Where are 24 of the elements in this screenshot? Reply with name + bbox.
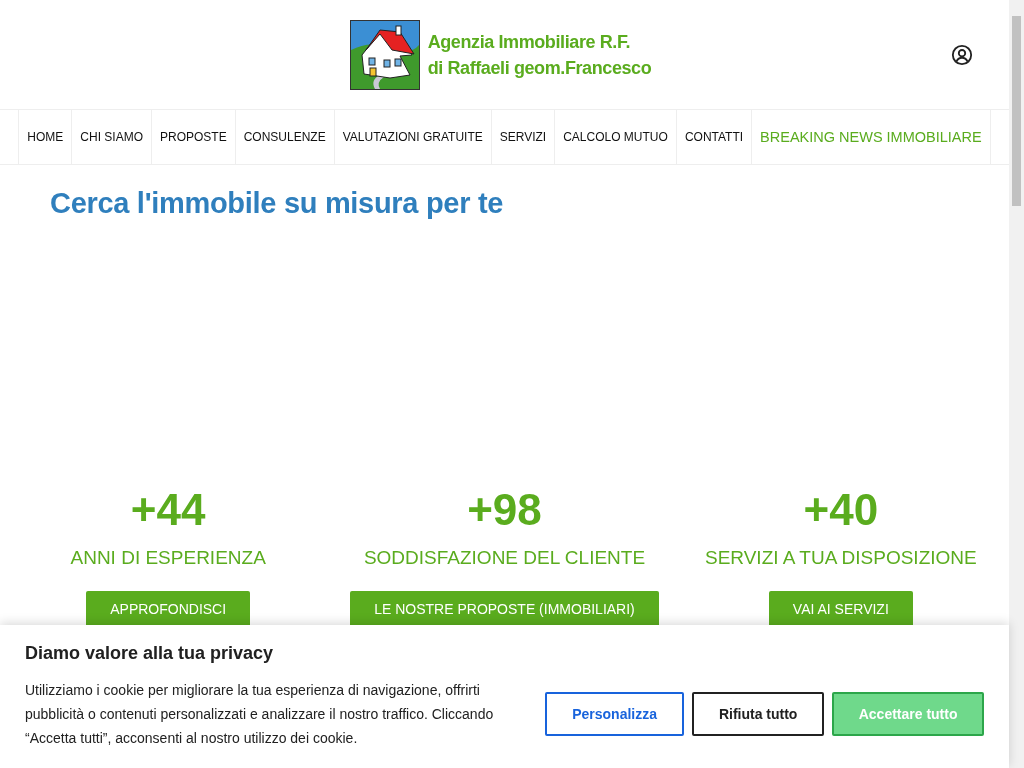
page-heading: Cerca l'immobile su misura per te: [50, 187, 505, 220]
cookie-button[interactable]: Personalizza: [545, 692, 685, 736]
agency-owner: di Raffaeli geom.Francesco: [427, 56, 652, 80]
user-icon[interactable]: [951, 44, 973, 66]
cookie-text: Utilizziamo i cookie per migliorare la tua esperienza di navigazione, offrirti pubblicità o contenuti personalizzati e analizzare il nostro traffico. Cliccando “Accetta tutti”, acconsenti al nostro utilizzo dei cookie.: [25, 681, 495, 748]
nav-link[interactable]: CALCOLO MUTUO: [554, 110, 676, 164]
stat-number: +98: [467, 485, 542, 535]
cookie-title: Diamo valore alla tua privacy: [25, 643, 275, 664]
house-logo[interactable]: [349, 19, 420, 90]
stat-number: +40: [803, 485, 879, 535]
cookie-button[interactable]: Rifiuta tutto: [692, 692, 825, 736]
nav-link[interactable]: HOME: [18, 110, 72, 164]
stat-label: ANNI DI ESPERIENZA: [70, 547, 266, 569]
scrollbar[interactable]: [1009, 0, 1024, 768]
nav-link[interactable]: CONTATTI: [675, 110, 752, 164]
agency-name: Agenzia Immobiliare R.F.: [427, 30, 632, 54]
nav-link[interactable]: CONSULENZE: [234, 110, 334, 164]
nav-link[interactable]: CHI SIAMO: [71, 110, 151, 164]
nav-link[interactable]: VALUTAZIONI GRATUITE: [333, 110, 491, 164]
stat-label: SODDISFAZIONE DEL CLIENTE: [363, 547, 646, 569]
stat-number: +44: [130, 485, 206, 535]
nav-link[interactable]: SERVIZI: [490, 110, 555, 164]
stat-label: SERVIZI A TUA DISPOSIZIONE: [704, 547, 977, 569]
nav-link[interactable]: PROPOSTE: [151, 110, 235, 164]
